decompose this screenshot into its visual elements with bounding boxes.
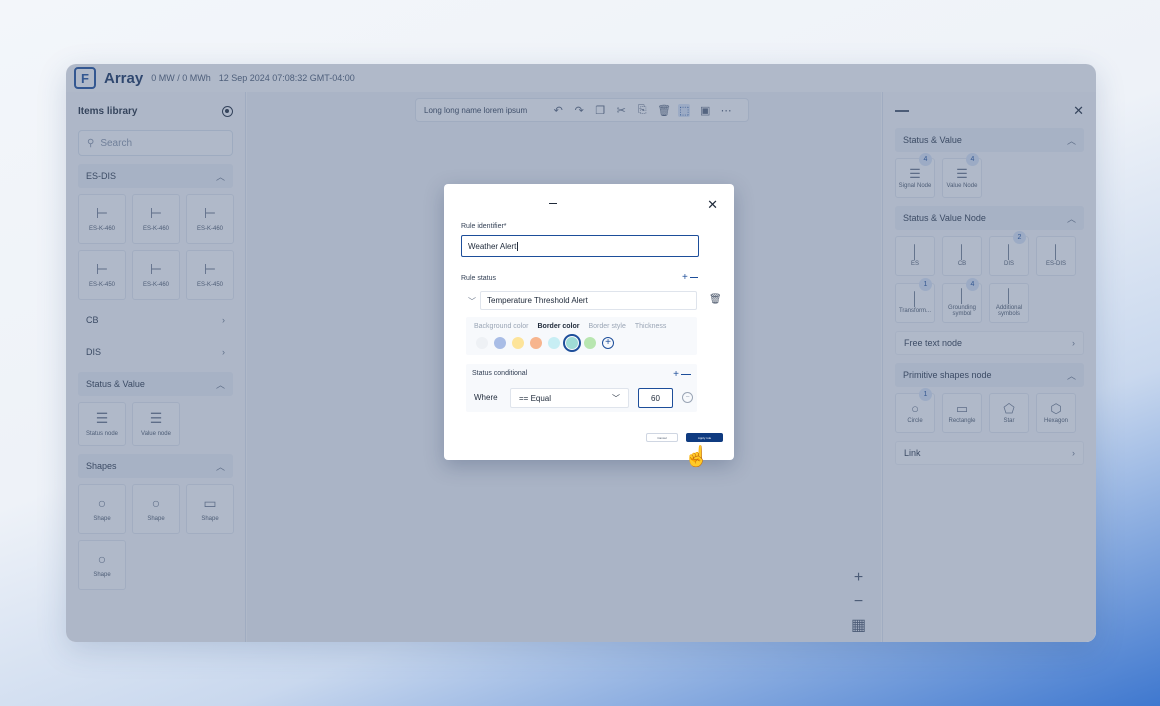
status-conditional: Status conditional + Where == Equal ﹀ 60…: [466, 364, 697, 412]
color-swatch[interactable]: [530, 337, 542, 349]
rule-identifier-input[interactable]: Weather Alert: [461, 235, 699, 257]
cancel-button[interactable]: Cancel: [646, 433, 678, 442]
remove-condition-icon[interactable]: −: [682, 392, 693, 403]
compare-value: 60: [651, 393, 660, 403]
color-swatch[interactable]: [512, 337, 524, 349]
add-color-icon[interactable]: +: [602, 337, 614, 349]
dialog-title-placeholder: [549, 203, 557, 204]
rule-status-input[interactable]: Temperature Threshold Alert: [480, 291, 697, 310]
tab-background-color[interactable]: Background color: [474, 323, 528, 330]
color-swatch[interactable]: [476, 337, 488, 349]
rule-status-value: Temperature Threshold Alert: [487, 296, 588, 305]
tab-border-style[interactable]: Border style: [589, 323, 626, 330]
chevron-down-icon[interactable]: ﹀: [468, 296, 476, 307]
add-status-button[interactable]: +: [682, 272, 698, 283]
trash-icon[interactable]: 🗑: [709, 294, 722, 305]
chevron-down-icon: ﹀: [612, 393, 620, 403]
text-caret: [517, 241, 519, 251]
add-condition-button[interactable]: +: [673, 369, 691, 380]
style-options: Background color Border color Border sty…: [466, 317, 697, 355]
where-label: Where: [474, 393, 498, 402]
rule-status-label: Rule status: [461, 275, 497, 282]
close-icon[interactable]: ✕: [707, 197, 718, 213]
tab-border-color[interactable]: Border color: [537, 323, 579, 330]
operator-value: == Equal: [519, 393, 552, 403]
rule-identifier-label: Rule identifier*: [461, 223, 507, 230]
style-tabs: Background color Border color Border sty…: [474, 323, 666, 330]
color-swatch[interactable]: [548, 337, 560, 349]
compare-value-input[interactable]: 60: [638, 388, 673, 408]
rule-identifier-value: Weather Alert: [468, 241, 517, 251]
color-swatch[interactable]: [494, 337, 506, 349]
color-swatch[interactable]: [584, 337, 596, 349]
apply-button[interactable]: Apply rule: [686, 433, 723, 442]
status-conditional-label: Status conditional: [472, 370, 528, 377]
hand-cursor-icon: ☝: [684, 446, 709, 468]
operator-select[interactable]: == Equal ﹀: [510, 388, 629, 408]
color-swatch[interactable]: [563, 334, 581, 352]
tab-thickness[interactable]: Thickness: [635, 323, 667, 330]
rule-dialog: ✕ Rule identifier* Weather Alert Rule st…: [444, 184, 734, 460]
color-swatches: +: [476, 334, 614, 352]
